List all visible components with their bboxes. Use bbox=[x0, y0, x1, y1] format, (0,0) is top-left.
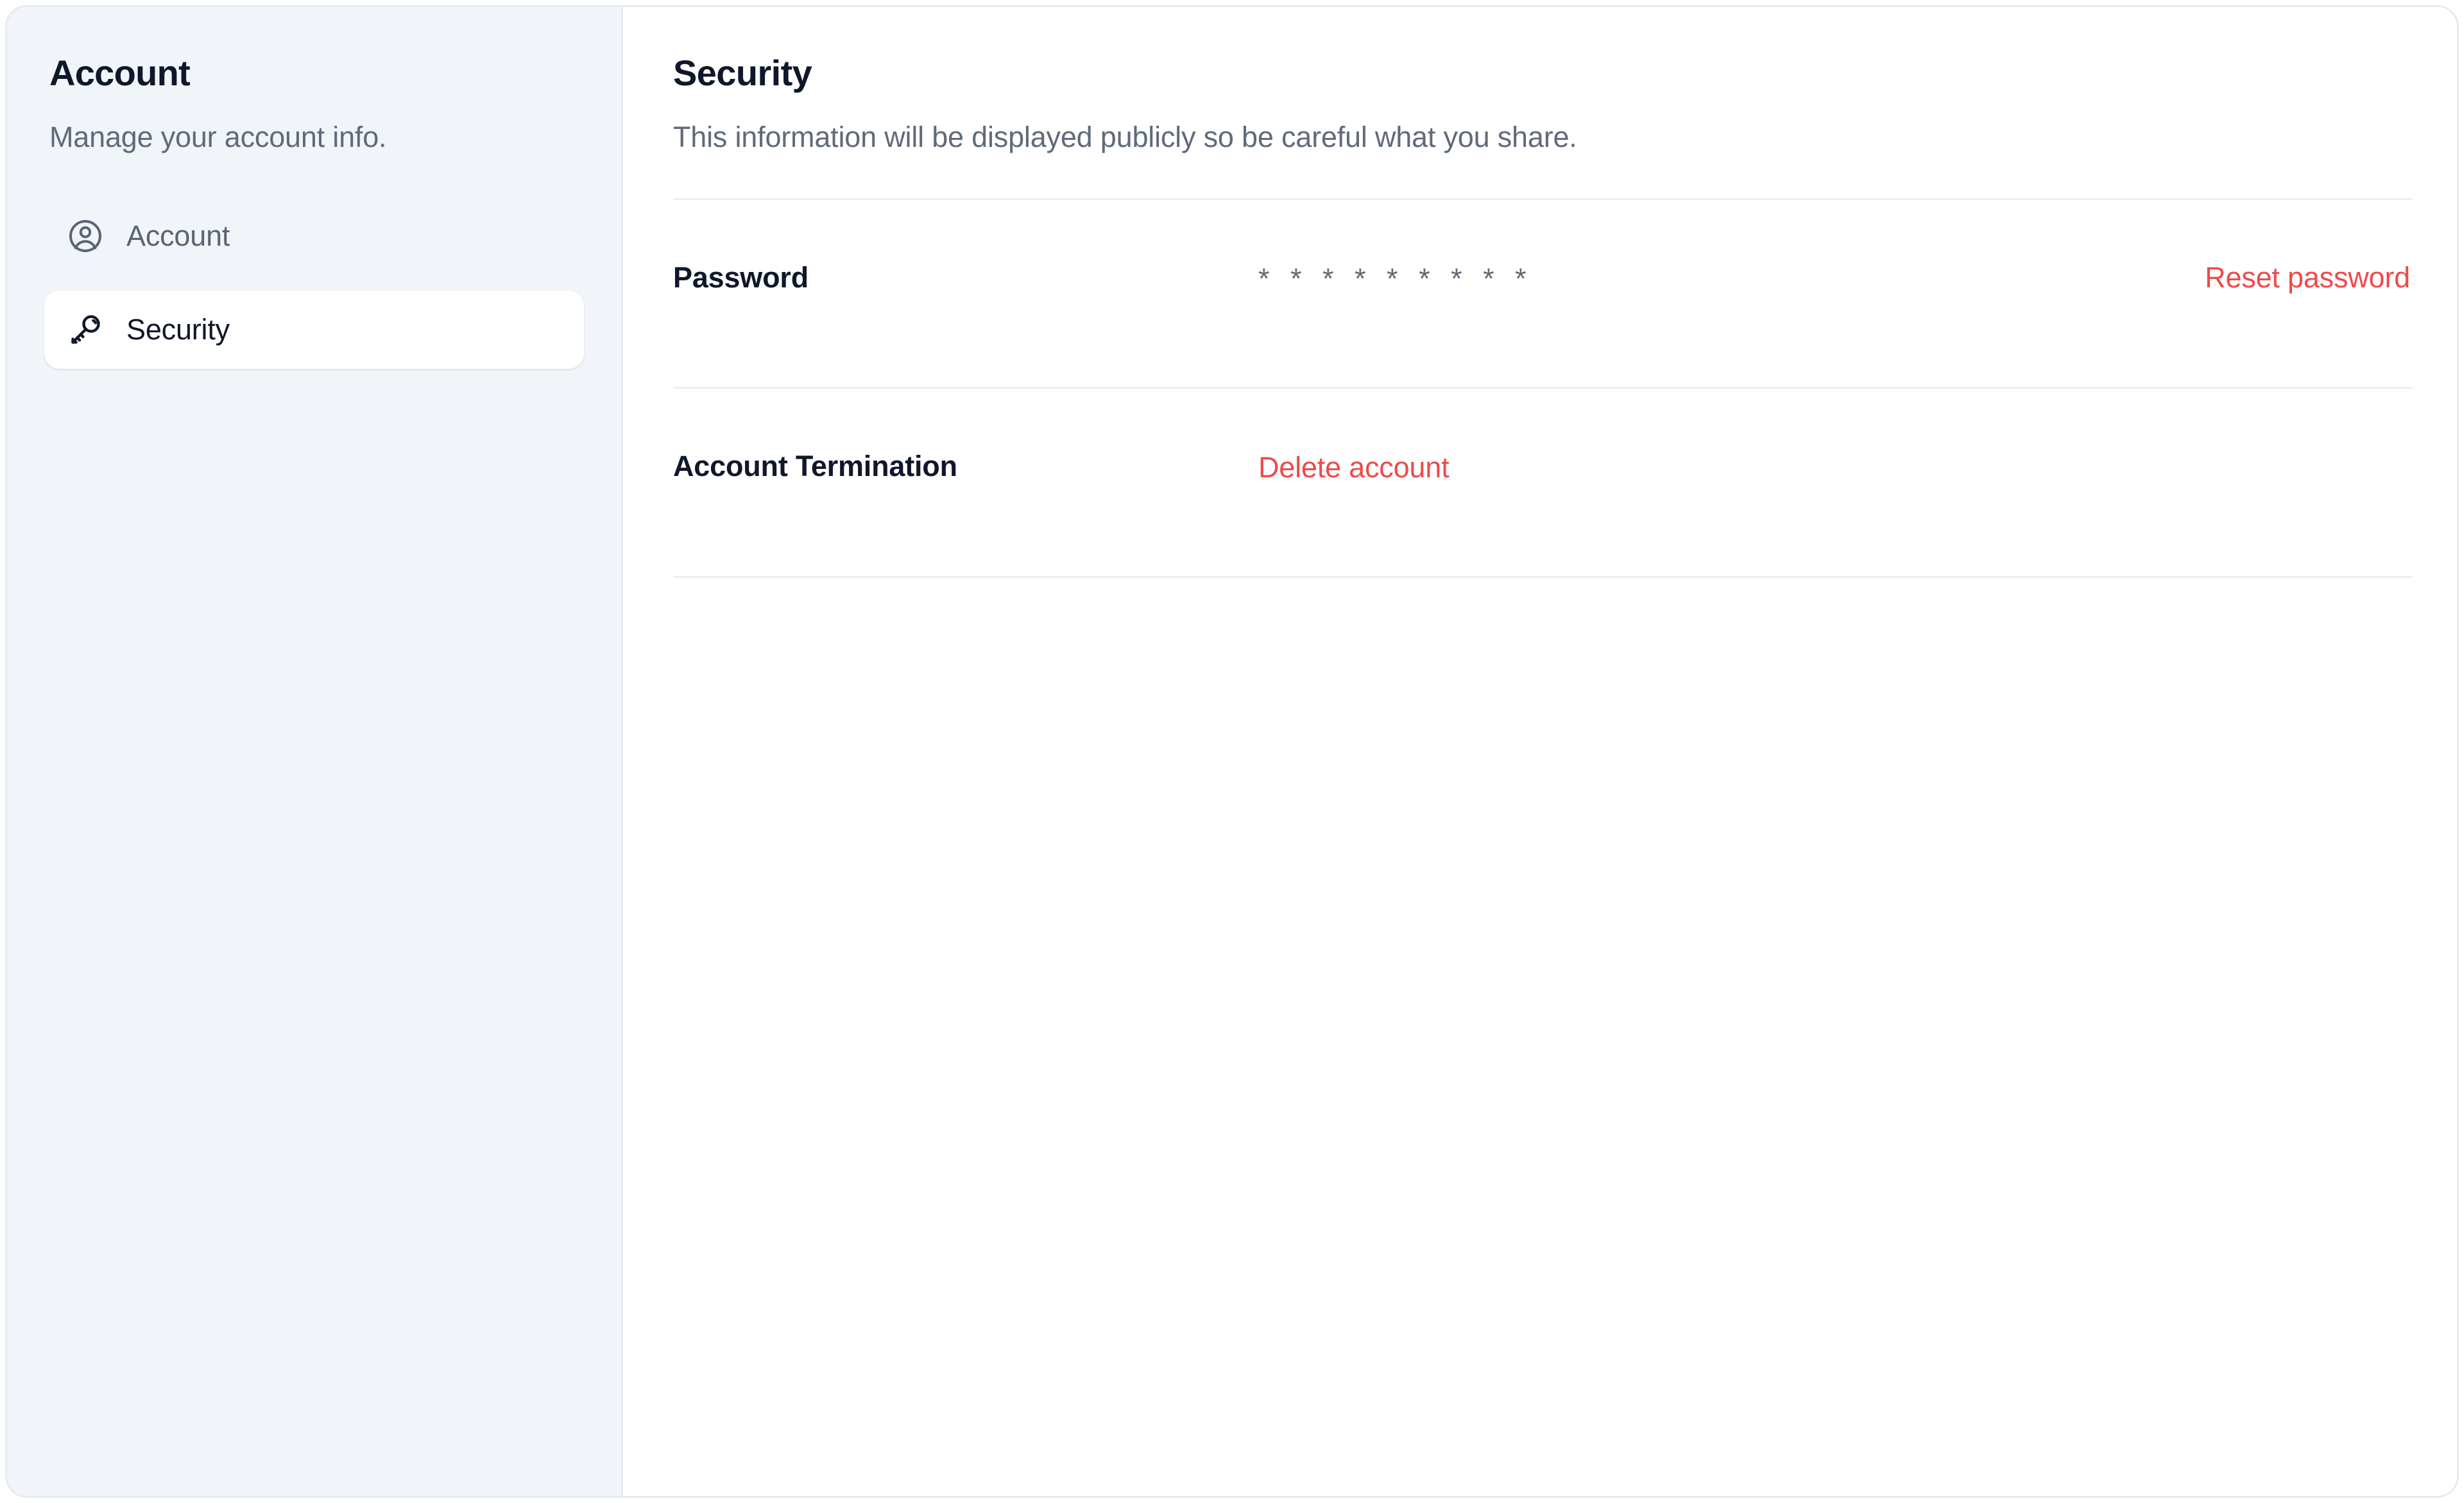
divider-bottom bbox=[673, 575, 2413, 578]
field-label-account-termination: Account Termination bbox=[673, 449, 957, 482]
account-settings-card: Account Manage your account info. Accoun… bbox=[5, 5, 2459, 1498]
security-panel: Security This information will be displa… bbox=[623, 7, 2457, 1496]
sidebar-item-label-security: Security bbox=[126, 312, 230, 346]
field-row-account-termination: Account Termination Delete account bbox=[673, 389, 2413, 576]
field-value-password: * * * * * * * * * bbox=[1258, 262, 1533, 295]
reset-password-link[interactable]: Reset password bbox=[2205, 263, 2413, 292]
field-label-password: Password bbox=[673, 260, 809, 294]
key-icon bbox=[66, 310, 105, 349]
delete-account-link[interactable]: Delete account bbox=[1258, 452, 2413, 482]
sidebar-title: Account bbox=[49, 53, 191, 93]
sidebar-item-security[interactable]: Security bbox=[44, 290, 584, 369]
page-title: Security bbox=[673, 53, 812, 93]
settings-field-list: Password * * * * * * * * * Reset passwor… bbox=[673, 198, 2413, 578]
page-subtitle: This information will be displayed publi… bbox=[673, 120, 1577, 153]
settings-sidebar: Account Manage your account info. Accoun… bbox=[7, 7, 623, 1496]
user-circle-icon bbox=[66, 217, 105, 255]
field-row-password: Password * * * * * * * * * Reset passwor… bbox=[673, 200, 2413, 387]
sidebar-item-label-account: Account bbox=[126, 219, 230, 252]
sidebar-item-account[interactable]: Account bbox=[44, 197, 584, 275]
sidebar-subtitle: Manage your account info. bbox=[49, 120, 387, 153]
sidebar-nav: Account Security bbox=[44, 197, 584, 369]
